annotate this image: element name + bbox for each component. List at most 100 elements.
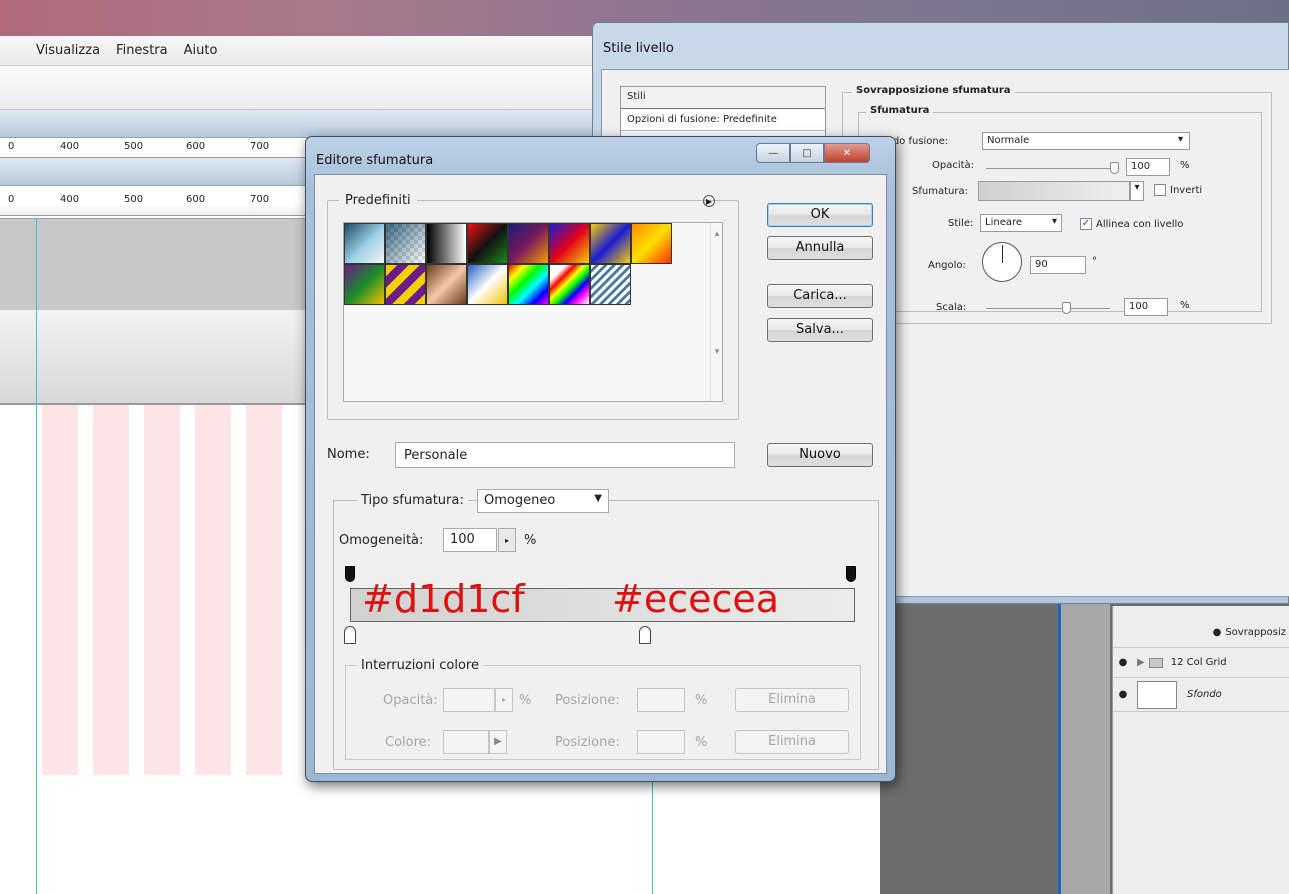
- ruler-tick: 500: [124, 141, 144, 152]
- stop-color-position-label: Posizione:: [555, 735, 620, 750]
- gradient-picker-arrow[interactable]: ▾: [1130, 181, 1144, 201]
- layers-panel: ● Sovrapposiz ● ▶ 12 Col Grid ● Sfondo: [1112, 606, 1289, 894]
- ruler-tick: 0: [8, 141, 15, 152]
- align-layer-checkbox[interactable]: ✓: [1080, 218, 1092, 230]
- presets-menu-icon[interactable]: ▶: [703, 195, 715, 207]
- menu-aiuto[interactable]: Aiuto: [184, 43, 218, 58]
- stop-opacity-position-input[interactable]: [637, 688, 685, 712]
- layer-label: Sfondo: [1187, 689, 1222, 700]
- preset-swatch[interactable]: [344, 264, 385, 305]
- section-title: Sovrapposizione sfumatura: [852, 85, 1015, 96]
- stop-color-swatch[interactable]: [443, 730, 489, 754]
- ruler-tick: 600: [186, 194, 206, 205]
- color-stop-midpoint[interactable]: [639, 626, 651, 644]
- ok-button[interactable]: OK: [767, 203, 873, 227]
- eye-icon[interactable]: ●: [1213, 627, 1222, 638]
- window-controls: — □ ✕: [756, 143, 870, 163]
- stop-color-position-input[interactable]: [637, 730, 685, 754]
- annotation-hex-left: #d1d1cf: [362, 577, 525, 621]
- gradient-preview[interactable]: [978, 181, 1130, 201]
- preset-swatch[interactable]: [426, 223, 467, 264]
- style-label: Stile:: [948, 218, 974, 229]
- opacity-stop-left[interactable]: [345, 566, 355, 582]
- name-label: Nome:: [327, 447, 370, 462]
- delete-opacity-stop-button[interactable]: Elimina: [735, 688, 849, 712]
- opacity-slider-thumb[interactable]: [1110, 162, 1119, 174]
- close-button[interactable]: ✕: [824, 143, 870, 163]
- grid-column: [246, 405, 282, 775]
- name-input[interactable]: Personale: [395, 442, 735, 468]
- invert-checkbox[interactable]: [1154, 184, 1166, 196]
- menu-finestra[interactable]: Finestra: [116, 43, 168, 58]
- layer-row[interactable]: ● Sfondo: [1113, 678, 1289, 712]
- angle-degree: °: [1092, 256, 1097, 267]
- eye-icon[interactable]: ●: [1113, 657, 1133, 668]
- color-stops-title: Interruzioni colore: [357, 658, 483, 673]
- blending-options-item[interactable]: Opzioni di fusione: Predefinite: [621, 109, 825, 131]
- angle-input[interactable]: 90: [1030, 256, 1086, 274]
- style-value: Lineare: [985, 217, 1023, 228]
- preset-swatch[interactable]: [549, 264, 590, 305]
- position-pct: %: [695, 693, 708, 708]
- preset-swatch[interactable]: [549, 223, 590, 264]
- stop-position-label: Posizione:: [555, 693, 620, 708]
- guide-line[interactable]: [652, 780, 653, 894]
- options-bar: [0, 66, 600, 110]
- gradient-label: Sfumatura:: [912, 186, 968, 197]
- scale-slider-track[interactable]: [986, 308, 1110, 309]
- scroll-up-icon[interactable]: ▴: [711, 229, 723, 239]
- angle-dial[interactable]: [982, 242, 1022, 282]
- color-menu-arrow-icon[interactable]: ▶: [489, 730, 507, 754]
- document-tab-row[interactable]: [0, 110, 600, 138]
- smoothness-stepper-icon[interactable]: ▸: [498, 528, 516, 552]
- preset-swatch[interactable]: [467, 223, 508, 264]
- delete-color-stop-button[interactable]: Elimina: [735, 730, 849, 754]
- preset-swatch[interactable]: [508, 223, 549, 264]
- save-button[interactable]: Salva...: [767, 318, 873, 342]
- dropdown-arrow-icon: ▾: [1051, 216, 1057, 227]
- styles-header[interactable]: Stili: [621, 87, 825, 109]
- preset-swatch[interactable]: [508, 264, 549, 305]
- opacity-input[interactable]: 100: [1126, 158, 1170, 176]
- menu-visualizza[interactable]: Visualizza: [36, 43, 100, 58]
- preset-swatch[interactable]: [426, 264, 467, 305]
- scale-label: Scala:: [936, 302, 967, 313]
- blend-mode-select[interactable]: Normale ▾: [982, 132, 1190, 150]
- eye-icon[interactable]: ●: [1113, 689, 1133, 700]
- stop-opacity-stepper-icon[interactable]: ▸: [495, 688, 513, 712]
- smoothness-pct: %: [524, 533, 537, 548]
- layer-effect-row[interactable]: ● Sovrapposiz: [1113, 618, 1289, 648]
- opacity-slider-track[interactable]: [986, 168, 1116, 169]
- preset-swatch[interactable]: [590, 223, 631, 264]
- preset-swatch[interactable]: [385, 223, 426, 264]
- preset-swatch[interactable]: [590, 264, 631, 305]
- workspace-strip: [1058, 600, 1110, 894]
- grid-column: [42, 405, 78, 775]
- scale-slider-thumb[interactable]: [1062, 302, 1071, 314]
- scale-input[interactable]: 100: [1124, 298, 1168, 316]
- load-button[interactable]: Carica...: [767, 284, 873, 308]
- presets-scrollbar[interactable]: ▴ ▾: [710, 223, 723, 401]
- preset-swatch[interactable]: [631, 223, 672, 264]
- scroll-down-icon[interactable]: ▾: [711, 347, 723, 357]
- maximize-button[interactable]: □: [790, 143, 824, 163]
- style-select[interactable]: Lineare ▾: [980, 214, 1062, 232]
- guide-line[interactable]: [36, 218, 37, 894]
- window-title: Editore sfumatura: [316, 153, 434, 168]
- preset-swatch[interactable]: [467, 264, 508, 305]
- presets-title: Predefiniti: [339, 193, 417, 208]
- expand-arrow-icon[interactable]: ▶: [1137, 657, 1145, 668]
- opacity-stop-right[interactable]: [846, 566, 856, 582]
- new-button[interactable]: Nuovo: [767, 443, 873, 467]
- cancel-button[interactable]: Annulla: [767, 236, 873, 260]
- preset-swatch[interactable]: [385, 264, 426, 305]
- smoothness-input[interactable]: 100: [443, 528, 497, 552]
- stop-opacity-input[interactable]: [443, 688, 495, 712]
- layer-row[interactable]: ● ▶ 12 Col Grid: [1113, 648, 1289, 678]
- color-stop-left[interactable]: [344, 626, 356, 644]
- preset-swatch[interactable]: [344, 223, 385, 264]
- menu-bar: Visualizza Finestra Aiuto: [0, 36, 600, 66]
- grid-column: [144, 405, 180, 775]
- gradient-type-select[interactable]: Omogeneo ▼: [477, 489, 609, 513]
- minimize-button[interactable]: —: [756, 143, 790, 163]
